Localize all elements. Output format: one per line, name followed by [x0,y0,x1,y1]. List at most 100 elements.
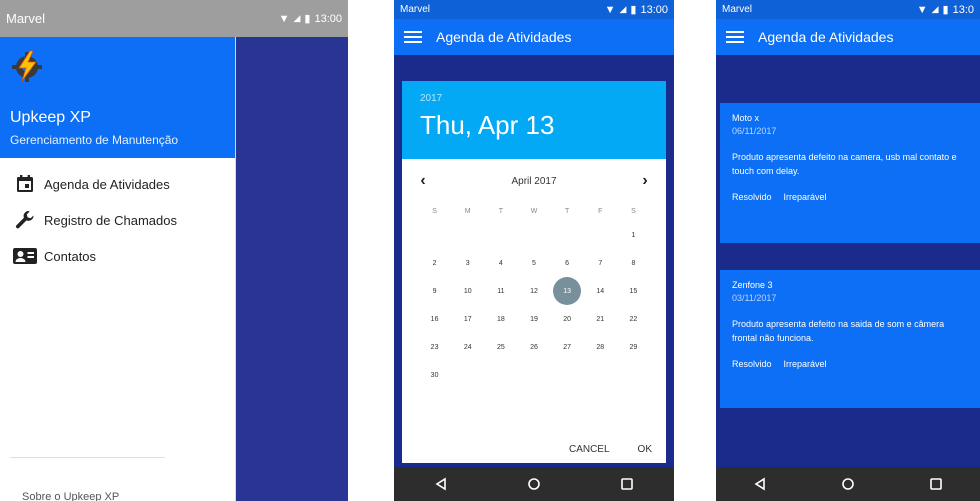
card-title: Zenfone 3 [732,280,773,290]
navigation-drawer: Upkeep XP Gerenciamento de Manutenção Ag… [0,37,236,501]
battery-icon: ▮ [304,13,311,25]
day-number: 2 [432,259,437,267]
activity-card[interactable]: Moto x 06/11/2017 Produto apresenta defe… [720,103,980,243]
battery-icon: ▮ [942,4,949,16]
day-cell[interactable]: 5 [517,249,550,277]
day-number: 22 [629,315,638,323]
irreparable-button[interactable]: Irreparável [784,192,827,202]
day-number: 27 [563,343,572,351]
day-cell[interactable]: 26 [517,333,550,361]
day-number: 15 [629,287,638,295]
day-cell[interactable]: 7 [584,249,617,277]
day-number: 8 [631,259,636,267]
day-cell[interactable]: 15 [617,277,650,305]
app-bar-title: Agenda de Atividades [758,29,894,45]
day-number: 25 [496,343,505,351]
day-number: 9 [432,287,437,295]
activity-card[interactable]: Zenfone 3 03/11/2017 Produto apresenta d… [720,270,980,408]
day-cell[interactable]: 10 [451,277,484,305]
weekday-label: F [598,207,603,215]
weekday-label: S [631,207,636,215]
day-cell[interactable]: 18 [484,305,517,333]
month-label: April 2017 [511,175,557,187]
menu-icon[interactable] [404,31,422,43]
phone-drawer-screen: Marvel ▼ ◢ ▮ 13:00 Upkeep XP Gerenciamen… [0,0,348,501]
signal-icon: ◢ [619,4,627,14]
cancel-button[interactable]: CANCEL [569,444,610,455]
day-number: 28 [596,343,605,351]
day-cell[interactable]: 20 [551,305,584,333]
resolved-button[interactable]: Resolvido [732,192,772,202]
irreparable-button[interactable]: Irreparável [784,359,827,369]
recents-icon[interactable] [921,469,951,499]
day-number: 3 [465,259,470,267]
day-cell[interactable]: 12 [517,277,550,305]
day-number: 7 [598,259,603,267]
home-icon[interactable] [833,469,863,499]
phone-agenda-screen: Marvel ▼ ◢ ▮ 13:0 Agenda de Atividades M… [716,0,980,501]
menu-icon[interactable] [726,31,744,43]
resolved-button[interactable]: Resolvido [732,359,772,369]
about-link[interactable]: Sobre o Upkeep XP [22,491,119,501]
day-cell[interactable]: 11 [484,277,517,305]
chevron-right-icon[interactable]: › [638,172,652,190]
menu-item-label: Contatos [44,248,97,264]
picker-year[interactable]: 2017 [420,93,648,104]
ok-button[interactable]: OK [638,444,652,455]
menu-item-agenda[interactable]: Agenda de Atividades [0,166,235,202]
selected-day[interactable]: 13 [551,277,584,305]
day-cell[interactable]: 24 [451,333,484,361]
back-icon[interactable] [745,469,775,499]
day-cell[interactable]: 9 [418,277,451,305]
calendar-grid: 1 2 3 4 5 6 7 8 9 10 11 12 13 14 15 16 17 18 19 20 21 22 23 24 2… [402,221,666,389]
weekday-header: SMTWTFS [402,201,666,221]
day-cell[interactable]: 29 [617,333,650,361]
carrier-label: Marvel [6,11,46,26]
clock-label: 13:0 [952,3,974,16]
recents-icon[interactable] [612,469,642,499]
carrier-label: Marvel [722,4,753,15]
day-number: 13 [553,277,582,305]
drawer-header: Upkeep XP Gerenciamento de Manutenção [0,37,235,158]
day-cell[interactable]: 27 [551,333,584,361]
system-nav-bar [394,467,674,501]
picker-selected-date[interactable]: Thu, Apr 13 [420,110,648,141]
day-cell[interactable]: 1 [617,221,650,249]
menu-item-label: Agenda de Atividades [44,176,170,192]
day-cell[interactable]: 17 [451,305,484,333]
day-cell[interactable]: 16 [418,305,451,333]
home-icon[interactable] [519,469,549,499]
day-cell[interactable]: 4 [484,249,517,277]
contact-card-icon [12,244,38,268]
carrier-label: Marvel [400,4,431,15]
day-cell[interactable]: 25 [484,333,517,361]
day-number: 11 [497,287,505,295]
day-number: 14 [596,287,605,295]
back-icon[interactable] [426,469,456,499]
day-number: 21 [596,315,605,323]
day-cell[interactable]: 8 [617,249,650,277]
menu-item-contatos[interactable]: Contatos [0,238,235,274]
chevron-left-icon[interactable]: ‹ [416,172,430,190]
status-bar: Marvel ▼ ◢ ▮ 13:0 [716,0,980,19]
system-nav-bar [716,467,980,501]
day-cell[interactable]: 23 [418,333,451,361]
day-cell[interactable]: 22 [617,305,650,333]
battery-icon: ▮ [630,4,637,16]
menu-item-chamados[interactable]: Registro de Chamados [0,202,235,238]
app-title: Upkeep XP [10,109,91,126]
clock-label: 13:00 [640,3,668,16]
wifi-icon: ▼ [916,3,928,16]
day-number: 23 [430,343,439,351]
day-cell[interactable]: 6 [551,249,584,277]
day-cell[interactable]: 30 [418,361,451,389]
calendar-icon [12,172,38,196]
day-cell[interactable]: 14 [584,277,617,305]
day-cell[interactable]: 2 [418,249,451,277]
signal-icon: ◢ [931,4,939,14]
day-cell[interactable]: 28 [584,333,617,361]
day-cell[interactable]: 3 [451,249,484,277]
day-number: 18 [496,315,505,323]
day-cell[interactable]: 19 [517,305,550,333]
day-cell[interactable]: 21 [584,305,617,333]
